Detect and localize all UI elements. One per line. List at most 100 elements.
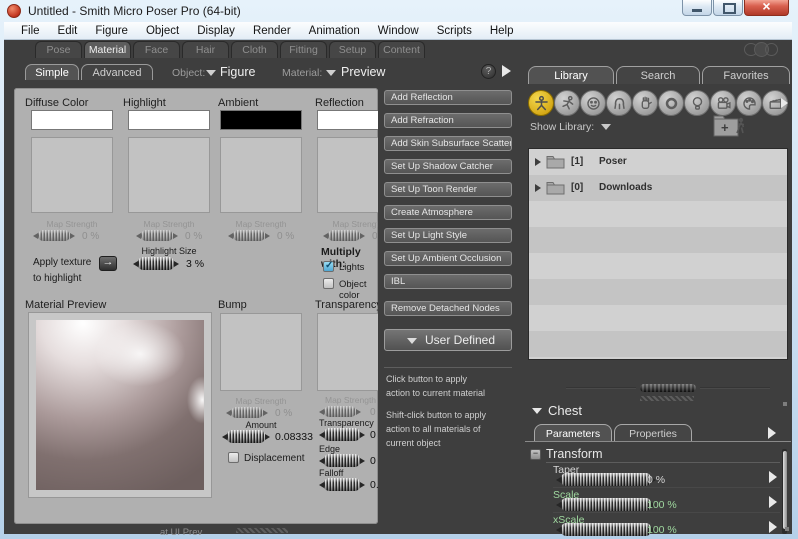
ambient-map-preview[interactable] xyxy=(220,137,302,213)
reflection-map-preview[interactable] xyxy=(317,137,378,213)
library-category-lights-icon[interactable] xyxy=(684,90,710,116)
param-xscale-menu-icon[interactable] xyxy=(769,521,777,533)
param-taper-value[interactable]: 0 % xyxy=(647,474,665,486)
menu-window[interactable]: Window xyxy=(369,25,428,37)
parameters-menu-icon[interactable] xyxy=(768,427,776,439)
item-name[interactable]: Downloads xyxy=(599,182,652,193)
tab-favorites[interactable]: Favorites xyxy=(702,66,790,84)
param-xscale-value[interactable]: 100 % xyxy=(647,524,677,536)
maximize-button[interactable] xyxy=(713,0,743,16)
material-dropdown-icon[interactable] xyxy=(326,70,336,76)
library-drag-hatch[interactable] xyxy=(640,396,694,401)
actor-collapse-icon[interactable] xyxy=(532,408,542,414)
menu-scripts[interactable]: Scripts xyxy=(428,25,481,37)
transparency-dial[interactable] xyxy=(319,428,365,441)
ambient-color-swatch[interactable] xyxy=(220,110,302,130)
help-icon[interactable] xyxy=(481,64,496,79)
library-category-props-icon[interactable] xyxy=(658,90,684,116)
library-category-expressions-icon[interactable] xyxy=(580,90,606,116)
tab-simple[interactable]: Simple xyxy=(25,64,79,80)
tab-library[interactable]: Library xyxy=(528,66,614,84)
tab-advanced[interactable]: Advanced xyxy=(81,64,153,80)
param-taper-dial[interactable] xyxy=(556,473,656,486)
edge-value[interactable]: 0 xyxy=(370,455,376,467)
room-tab-face[interactable]: Face xyxy=(133,41,180,58)
falloff-value[interactable]: 0. xyxy=(370,479,378,491)
menu-object[interactable]: Object xyxy=(137,25,188,37)
add-refraction-button[interactable]: Add Refraction xyxy=(384,113,512,128)
ibl-button[interactable]: IBL xyxy=(384,274,512,289)
material-value[interactable]: Preview xyxy=(341,65,385,79)
param-scale-menu-icon[interactable] xyxy=(769,496,777,508)
user-defined-button[interactable]: User Defined xyxy=(384,329,512,351)
close-button[interactable] xyxy=(744,0,789,16)
tab-parameters[interactable]: Parameters xyxy=(534,424,612,442)
room-tab-fitting[interactable]: Fitting xyxy=(280,41,327,58)
object-color-checkbox[interactable] xyxy=(323,278,334,289)
transparency-map-preview[interactable] xyxy=(317,313,378,391)
set-up-ambient-occlusion-button[interactable]: Set Up Ambient Occlusion xyxy=(384,251,512,266)
library-item-downloads[interactable]: [0] Downloads xyxy=(529,175,787,201)
param-scale-dial[interactable] xyxy=(556,498,656,511)
diffuse-map-strength-dial[interactable] xyxy=(33,230,75,241)
parameters-scrollbar[interactable] xyxy=(782,449,787,534)
object-value[interactable]: Figure xyxy=(220,65,255,79)
library-category-figures-icon[interactable] xyxy=(528,90,554,116)
expand-arrow-icon[interactable] xyxy=(535,158,541,166)
highlight-size-value[interactable]: 3 % xyxy=(186,258,204,270)
param-taper-menu-icon[interactable] xyxy=(769,471,777,483)
library-category-poses-icon[interactable] xyxy=(554,90,580,116)
ambient-map-strength-value[interactable]: 0 % xyxy=(277,231,294,242)
apply-texture-button[interactable] xyxy=(99,256,117,271)
diffuse-color-swatch[interactable] xyxy=(31,110,113,130)
reflection-map-strength-value[interactable]: 0 xyxy=(372,231,378,242)
add-to-library-button[interactable]: + xyxy=(712,112,748,140)
menu-display[interactable]: Display xyxy=(188,25,244,37)
menu-render[interactable]: Render xyxy=(244,25,300,37)
param-scale-value[interactable]: 100 % xyxy=(647,499,677,511)
library-resize-grip[interactable] xyxy=(640,384,696,392)
bottom-corner-handle[interactable] xyxy=(785,527,789,531)
add-reflection-button[interactable]: Add Reflection xyxy=(384,90,512,105)
actor-name[interactable]: Chest xyxy=(548,403,582,418)
library-item-poser[interactable]: [1] Poser xyxy=(529,149,787,175)
lights-checkbox[interactable] xyxy=(323,261,334,272)
highlight-map-preview[interactable] xyxy=(128,137,210,213)
library-category-hands-icon[interactable] xyxy=(632,90,658,116)
room-tab-cloth[interactable]: Cloth xyxy=(231,41,278,58)
reflection-color-swatch[interactable] xyxy=(317,110,378,130)
expand-arrow-icon[interactable] xyxy=(535,184,541,192)
room-tab-hair[interactable]: Hair xyxy=(182,41,229,58)
remove-detached-nodes-button[interactable]: Remove Detached Nodes xyxy=(384,301,512,316)
tab-search[interactable]: Search xyxy=(616,66,700,84)
room-tab-pose[interactable]: Pose xyxy=(35,41,82,58)
tab-properties[interactable]: Properties xyxy=(614,424,692,442)
param-xscale-dial[interactable] xyxy=(556,523,656,536)
reflection-map-strength-dial[interactable] xyxy=(323,230,365,241)
bottom-drag-hatch[interactable] xyxy=(236,528,288,533)
menu-file[interactable]: File xyxy=(12,25,49,37)
highlight-size-dial[interactable] xyxy=(133,257,179,270)
bump-amount-dial[interactable] xyxy=(222,430,270,443)
bump-map-strength-value[interactable]: 0 % xyxy=(275,408,292,419)
transparency-value[interactable]: 0 xyxy=(370,429,376,441)
falloff-dial[interactable] xyxy=(319,478,365,491)
panel-expand-icon[interactable] xyxy=(502,65,511,77)
highlight-map-strength-dial[interactable] xyxy=(136,230,178,241)
scrollbar-thumb[interactable] xyxy=(783,451,787,529)
transform-collapse-box[interactable] xyxy=(530,449,541,460)
item-name[interactable]: Poser xyxy=(599,156,627,167)
highlight-map-strength-value[interactable]: 0 % xyxy=(185,231,202,242)
set-up-light-style-button[interactable]: Set Up Light Style xyxy=(384,228,512,243)
transparency-map-strength-value[interactable]: 0 xyxy=(370,407,376,418)
diffuse-map-preview[interactable] xyxy=(31,137,113,213)
set-up-shadow-catcher-button[interactable]: Set Up Shadow Catcher xyxy=(384,159,512,174)
menu-animation[interactable]: Animation xyxy=(300,25,369,37)
menu-help[interactable]: Help xyxy=(481,25,523,37)
library-category-hair-icon[interactable] xyxy=(606,90,632,116)
room-tab-material[interactable]: Material xyxy=(84,41,131,58)
room-tab-setup[interactable]: Setup xyxy=(329,41,376,58)
transparency-map-strength-dial[interactable] xyxy=(319,406,361,417)
diffuse-map-strength-value[interactable]: 0 % xyxy=(82,231,99,242)
bump-map-strength-dial[interactable] xyxy=(226,407,268,418)
